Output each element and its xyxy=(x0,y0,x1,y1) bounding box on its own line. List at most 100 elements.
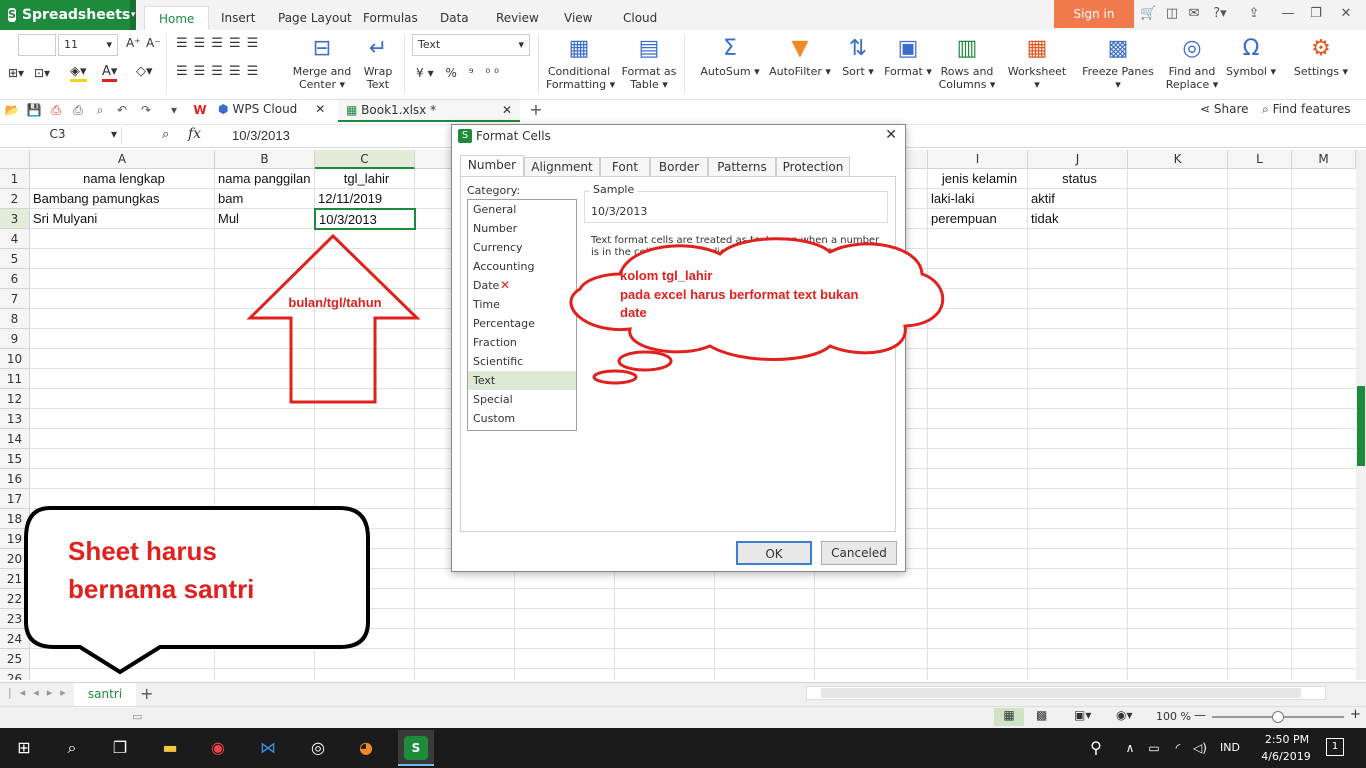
obs-icon[interactable]: ◎ xyxy=(306,736,330,760)
cell-b1[interactable]: nama panggilan xyxy=(215,169,315,189)
row-header[interactable]: 10 xyxy=(0,349,30,369)
zoom-slider-thumb[interactable] xyxy=(1272,711,1284,723)
cart-icon[interactable]: 🛒 xyxy=(1140,6,1156,22)
number-format-box[interactable]: Text ▾ xyxy=(412,34,530,56)
cancel-button[interactable]: Canceled xyxy=(821,541,897,565)
align-row-top-icons[interactable]: ☰☰☰☰☰ xyxy=(176,36,264,51)
close-icon[interactable]: ✕ xyxy=(885,127,897,143)
row-header[interactable]: 13 xyxy=(0,409,30,429)
tab-font[interactable]: Font xyxy=(600,157,650,177)
minimize-icon[interactable]: — xyxy=(1280,6,1296,22)
battery-icon[interactable]: ▭ xyxy=(1142,736,1166,760)
chevron-down-icon[interactable]: ▾ xyxy=(166,102,182,118)
tab-insert[interactable]: Insert xyxy=(207,6,269,30)
clear-format-icon[interactable]: ◇▾ xyxy=(136,64,153,79)
tab-patterns[interactable]: Patterns xyxy=(708,157,776,177)
row-header[interactable]: 8 xyxy=(0,309,30,329)
row-header[interactable]: 11 xyxy=(0,369,30,389)
cell-i1[interactable]: jenis kelamin xyxy=(928,169,1028,189)
show-hidden-icon[interactable]: ∧ xyxy=(1118,736,1142,760)
font-color-icon[interactable]: A▾ xyxy=(102,64,118,82)
tab-border[interactable]: Border xyxy=(650,157,708,177)
close-icon[interactable]: ✕ xyxy=(502,103,512,117)
tab-data[interactable]: Data xyxy=(426,6,483,30)
find-replace-button[interactable]: ◎ Find and Replace ▾ xyxy=(1164,36,1220,91)
select-all-corner[interactable] xyxy=(0,150,30,169)
chevron-down-icon[interactable]: ▾ xyxy=(130,0,136,30)
search-icon[interactable]: ⌕ xyxy=(60,736,84,760)
font-shrink-icon[interactable]: A⁻ xyxy=(146,36,161,50)
wps-logo-icon[interactable]: W xyxy=(192,102,208,118)
new-tab-icon[interactable]: + xyxy=(528,102,544,118)
row-header[interactable]: 15 xyxy=(0,449,30,469)
tab-home[interactable]: Home xyxy=(144,6,210,30)
chat-icon[interactable]: ✉ xyxy=(1186,6,1202,22)
tab-review[interactable]: Review xyxy=(482,6,553,30)
fx-icon[interactable]: fx xyxy=(188,126,201,142)
format-button[interactable]: ▣ Format ▾ xyxy=(882,36,934,78)
shirt-icon[interactable]: ◫ xyxy=(1164,6,1180,22)
cell-j2[interactable]: aktif xyxy=(1028,189,1128,209)
cell-c1[interactable]: tgl_lahir xyxy=(315,169,415,189)
column-header[interactable]: J xyxy=(1028,150,1128,169)
vscode-icon[interactable]: ⋈ xyxy=(256,736,280,760)
notification-center-icon[interactable]: 1 xyxy=(1326,738,1344,756)
reading-mode-icon[interactable]: ◉▾ xyxy=(1116,708,1133,722)
page-break-view-icon[interactable]: ▩ xyxy=(1036,708,1047,722)
cell-i3[interactable]: perempuan xyxy=(928,209,1028,229)
category-item[interactable]: Special xyxy=(468,390,576,409)
layout-view-icon[interactable]: ▣▾ xyxy=(1074,708,1091,722)
autosum-button[interactable]: Σ AutoSum ▾ xyxy=(700,36,760,78)
font-size-box[interactable]: 11 ▾ xyxy=(58,34,118,56)
print-icon[interactable]: ⎙ xyxy=(70,102,86,118)
row-header[interactable]: 16 xyxy=(0,469,30,489)
column-header[interactable]: L xyxy=(1228,150,1292,169)
row-header[interactable]: 6 xyxy=(0,269,30,289)
sort-button[interactable]: ⇅ Sort ▾ xyxy=(838,36,878,78)
wps-cloud-tab[interactable]: ⬢ WPS Cloud ✕ xyxy=(218,102,325,116)
cell-a1[interactable]: nama lengkap xyxy=(30,169,215,189)
cell-c2[interactable]: 12/11/2019 xyxy=(315,189,415,209)
chrome-icon[interactable]: ◉ xyxy=(206,736,230,760)
column-header[interactable]: I xyxy=(928,150,1028,169)
vertical-scrollbar[interactable] xyxy=(1356,150,1366,680)
column-header[interactable]: C xyxy=(315,150,415,169)
export-pdf-icon[interactable]: ⎙ xyxy=(48,102,64,118)
format-as-table-button[interactable]: ▤ Format as Table ▾ xyxy=(620,36,678,91)
zoom-formula-icon[interactable]: ⌕ xyxy=(162,127,169,142)
row-header[interactable]: 4 xyxy=(0,229,30,249)
cell-c3-selected[interactable]: 10/3/2013 xyxy=(314,208,416,230)
cell-a3[interactable]: Sri Mulyani xyxy=(30,209,215,229)
category-item[interactable]: General xyxy=(468,200,576,219)
windows-start-icon[interactable]: ⊞ xyxy=(12,736,36,760)
app-menu-button[interactable]: S Spreadsheets ▾ xyxy=(0,0,136,30)
taskbar-spreadsheets-active[interactable]: S xyxy=(398,730,434,766)
column-header[interactable]: K xyxy=(1128,150,1228,169)
cell-b3[interactable]: Mul xyxy=(215,209,315,229)
cell-j1[interactable]: status xyxy=(1028,169,1128,189)
wrap-text-button[interactable]: ↵ Wrap Text xyxy=(358,36,398,91)
font-name-box[interactable] xyxy=(18,34,56,56)
tab-number[interactable]: Number xyxy=(460,155,524,177)
formula-input[interactable]: 10/3/2013 xyxy=(232,128,290,143)
document-tab[interactable]: ▦ Book1.xlsx * ✕ xyxy=(338,100,520,122)
row-header[interactable]: 9 xyxy=(0,329,30,349)
close-icon[interactable]: ✕ xyxy=(315,102,325,116)
row-header[interactable]: 7 xyxy=(0,289,30,309)
row-header[interactable]: 2 xyxy=(0,189,30,209)
symbol-button[interactable]: Ω Symbol ▾ xyxy=(1226,36,1276,78)
tab-alignment[interactable]: Alignment xyxy=(524,157,600,177)
cell-a2[interactable]: Bambang pamungkas xyxy=(30,189,215,209)
normal-view-icon[interactable]: ▦ xyxy=(994,708,1024,726)
tab-view[interactable]: View xyxy=(550,6,606,30)
task-view-icon[interactable]: ❐ xyxy=(108,736,132,760)
maximize-icon[interactable]: ❐ xyxy=(1308,6,1324,22)
zoom-in-icon[interactable]: + xyxy=(1350,707,1361,722)
clock-date[interactable]: 4/6/2019 xyxy=(1256,750,1316,763)
help-icon[interactable]: ?▾ xyxy=(1210,6,1230,22)
tab-protection[interactable]: Protection xyxy=(776,157,850,177)
print-preview-icon[interactable]: ⌕ xyxy=(92,102,108,118)
merge-center-button[interactable]: ⊟ Merge and Center ▾ xyxy=(290,36,354,91)
add-sheet-button[interactable]: + xyxy=(140,684,153,703)
tab-formulas[interactable]: Formulas xyxy=(349,6,432,30)
